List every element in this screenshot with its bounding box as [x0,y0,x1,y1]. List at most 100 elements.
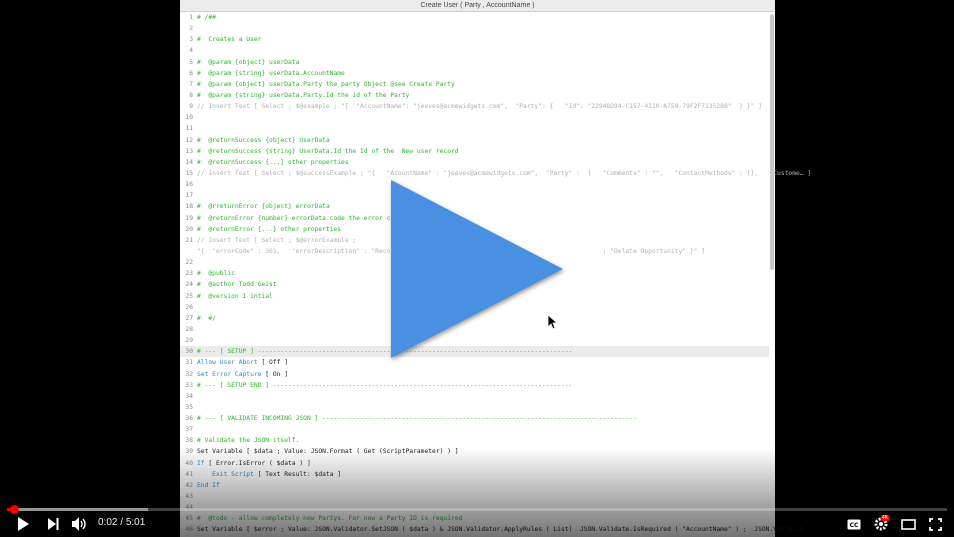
line-number [180,246,193,257]
code-token: # @version 1 intial [197,292,273,300]
code-token: # @returnSuccess {...} other properties [197,158,349,166]
code-token: # @returnSuccess {string} UserData.Id th… [197,147,459,155]
svg-text:CC: CC [850,522,859,529]
line-number: 21 [185,236,193,244]
code-line[interactable]: 8 # @param {string} userData.Party.Id the… [180,90,769,101]
line-number: 12 [185,136,193,144]
progress-bar[interactable] [7,505,947,514]
code-line[interactable]: 1 # /## [180,12,769,23]
code-token: # @param {object} userData.Party the par… [197,80,455,88]
line-number: 26 [185,303,193,311]
code-line[interactable]: 35 [180,402,769,413]
line-number: 7 [189,80,193,88]
volume-button[interactable] [70,515,90,533]
line-number: 30 [185,348,193,356]
code-token: # --- [ VALIDATE INCOMING JSON ] -------… [197,415,637,423]
code-line[interactable]: 3 # Creates a User [180,34,769,45]
code-line[interactable]: 5 # @param {object} userData [180,57,769,68]
code-line[interactable]: 13 # @returnSuccess {string} UserData.Id … [180,146,769,157]
line-number: 8 [189,91,193,99]
code-line[interactable]: 32 Set Error Capture [ On ] [180,369,769,380]
code-line[interactable]: 4 [180,45,769,56]
mouse-cursor-icon [547,314,559,330]
code-line[interactable]: 7 # @param {object} userData.Party the pa… [180,79,769,90]
code-token: # Creates a User [197,36,262,44]
code-token: [ Off ] [257,359,289,367]
play-button[interactable] [14,515,32,533]
line-number: 4 [189,47,193,55]
next-button[interactable] [44,515,62,533]
code-line[interactable]: 10 [180,112,769,123]
code-token: # @author Todd Geist [197,281,277,289]
code-token: # Validate the JSON itself. [197,437,300,445]
scrubber-handle[interactable] [9,505,19,514]
line-number: 24 [185,281,193,289]
code-token: # @returnError {number} errorData.code t… [197,214,402,222]
time-separator: / [117,517,126,528]
volume-icon [72,517,86,531]
quality-badge: 4K [881,515,890,521]
code-token: # @returnSuccess {object} UserData [197,136,330,144]
code-line[interactable]: 37 [180,424,769,435]
buffered-bar [7,508,148,511]
code-token: # @param {string} userData.Party.Id the … [197,91,410,99]
line-number: 22 [185,259,193,267]
line-number: 28 [185,325,193,333]
code-line[interactable]: 11 [180,123,769,134]
code-line[interactable]: 14 # @returnSuccess {...} other propertie… [180,157,769,168]
line-number: 38 [185,437,193,445]
line-number: 37 [185,426,193,434]
line-number: 16 [185,181,193,189]
code-token: # @returnError {...} other properties [197,225,342,233]
line-number: 32 [185,370,193,378]
cc-icon: CC [847,519,861,529]
code-token: // Insert Text [ Select ; $@errorExample… [197,236,357,244]
settings-button[interactable]: 4K [872,515,890,533]
window-title: Create User ( Party , AccountName ) [180,0,775,12]
code-token: # @param {string} userData.AccountName [197,69,345,77]
time-display: 0:02 / 5:01 [98,517,145,528]
line-number: 6 [189,69,193,77]
code-token: Allow User Abort [197,359,258,367]
line-number: 17 [185,192,193,200]
line-number: 18 [185,203,193,211]
line-number: 34 [185,392,193,400]
code-line[interactable]: 6 # @param {string} userData.AccountName [180,68,769,79]
line-number: 35 [185,403,193,411]
code-line[interactable]: 33 # --- [ SETUP END ] ------------------… [180,380,769,391]
code-token: # --- [ SETUP END ] --------------------… [197,381,573,389]
code-line[interactable]: 36 # --- [ VALIDATE INCOMING JSON ] -----… [180,413,769,424]
code-line[interactable]: 2 [180,23,769,34]
editor-scrollbar[interactable] [770,14,774,270]
theater-icon [900,518,916,530]
line-number: 25 [185,292,193,300]
line-number: 19 [185,214,193,222]
line-number: 11 [185,125,193,133]
code-line[interactable]: 34 [180,391,769,402]
code-line[interactable]: 12 # @returnSuccess {object} UserData [180,135,769,146]
captions-button[interactable]: CC [845,515,863,533]
fullscreen-button[interactable] [926,515,944,533]
code-line[interactable]: 38 # Validate the JSON itself. [180,435,769,446]
play-icon [18,517,29,531]
code-token: Set Error Capture [197,370,262,378]
line-number: 33 [185,381,193,389]
line-number: 20 [185,225,193,233]
current-time: 0:02 [98,517,118,528]
big-play-icon[interactable] [389,178,569,362]
line-number: 27 [185,314,193,322]
code-token: [ On ] [261,370,288,378]
code-line[interactable]: 9 // Insert Text [ Select ; $@example ; "… [180,101,769,112]
code-token: # @param {object} userData [197,58,300,66]
line-number: 5 [189,58,193,66]
line-number: 13 [185,147,193,155]
theater-mode-button[interactable] [899,515,917,533]
line-number: 31 [185,359,193,367]
line-number: 29 [185,337,193,345]
code-token: # /## [197,14,216,21]
code-token: # @public [197,270,235,278]
line-number: 2 [189,25,193,33]
line-number: 9 [189,103,193,111]
code-token: # #/ [197,314,216,322]
code-token: // Insert Text [ Select ; $@example ; "{… [197,103,762,111]
